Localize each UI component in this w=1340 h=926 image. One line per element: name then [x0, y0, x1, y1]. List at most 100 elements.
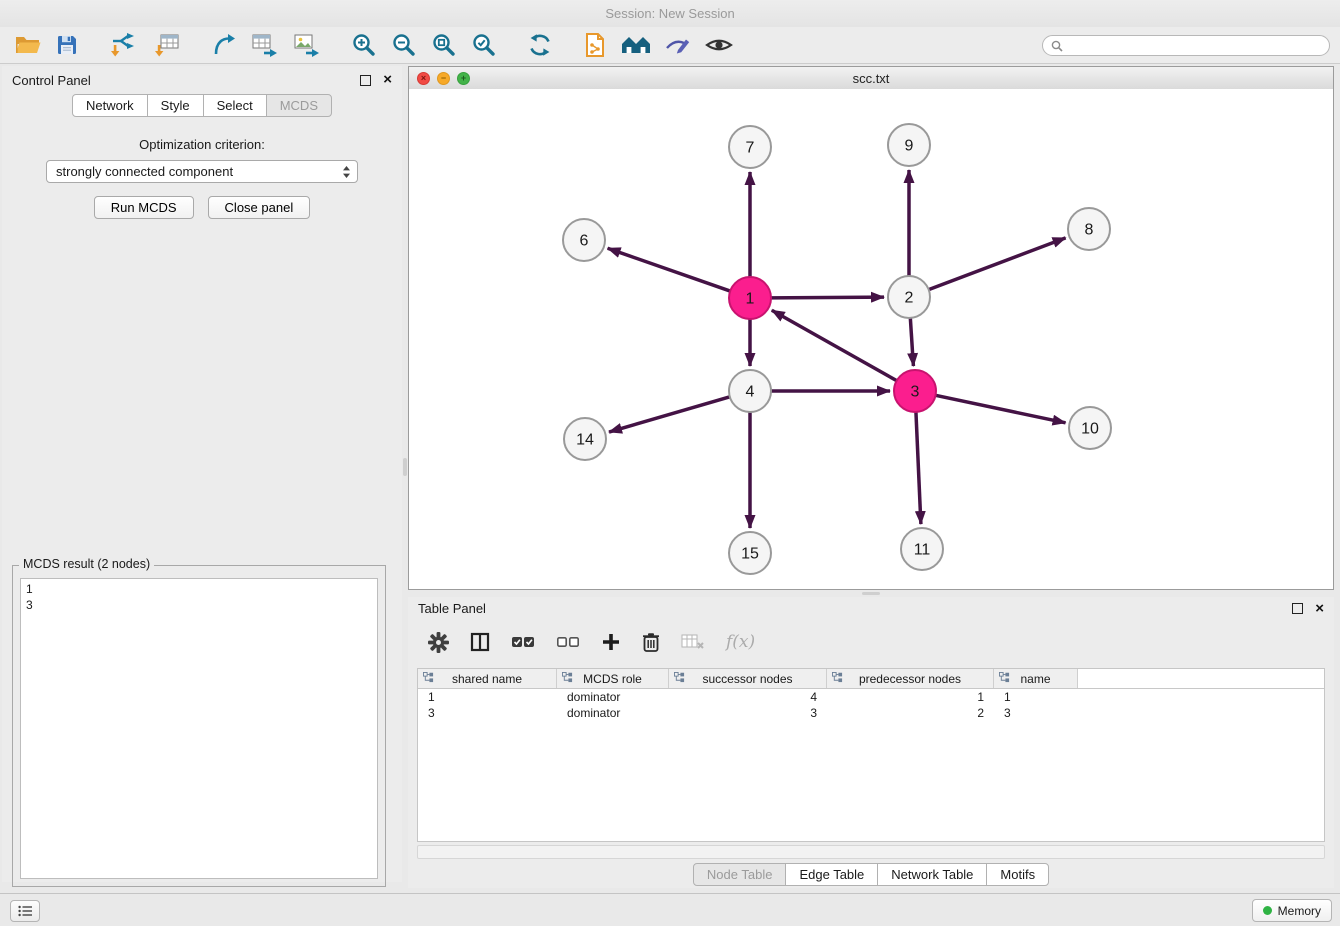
table-cell[interactable]: 4: [669, 689, 827, 705]
export-table-button[interactable]: [247, 30, 283, 60]
float-panel-icon[interactable]: [360, 75, 371, 86]
refresh-button[interactable]: [523, 30, 557, 60]
eye-button[interactable]: [701, 32, 737, 58]
open-folder-icon: [14, 33, 41, 57]
save-session-button[interactable]: [51, 31, 83, 59]
table-cell[interactable]: 1: [418, 689, 557, 705]
houses-button[interactable]: [617, 31, 655, 59]
graph-node-label: 6: [580, 233, 589, 250]
status-bar: Memory: [0, 893, 1340, 926]
window-title: Session: New Session: [605, 6, 734, 21]
graph-node-label: 14: [576, 432, 594, 449]
column-header-mcds-role[interactable]: MCDS role: [557, 669, 669, 688]
graph-edge-3-10[interactable]: [936, 395, 1066, 422]
table-horizontal-scrollbar[interactable]: [417, 845, 1325, 859]
zoom-in-button[interactable]: [347, 30, 381, 60]
task-history-button[interactable]: [10, 900, 40, 922]
delete-column-button[interactable]: [640, 630, 662, 655]
tab-style[interactable]: Style: [147, 94, 204, 117]
deselect-all-button[interactable]: [554, 633, 582, 651]
open-session-button[interactable]: [10, 31, 45, 59]
table-cell[interactable]: dominator: [557, 705, 669, 721]
graph-edge-4-14[interactable]: [609, 397, 730, 432]
checked-boxes-icon: [511, 635, 535, 649]
zoom-selected-icon: [471, 32, 497, 58]
run-mcds-button[interactable]: Run MCDS: [94, 196, 194, 219]
graph-edge-2-3[interactable]: [910, 318, 913, 366]
function-builder-button[interactable]: f(x): [724, 630, 757, 654]
horizontal-splitter[interactable]: [408, 590, 1334, 597]
import-table-icon: [153, 32, 181, 58]
graph-edge-1-2[interactable]: [771, 297, 884, 298]
search-box[interactable]: [1042, 35, 1330, 56]
select-all-button[interactable]: [509, 633, 537, 651]
delete-table-button[interactable]: [679, 631, 707, 653]
unchecked-boxes-icon: [556, 635, 580, 649]
network-canvas-svg[interactable]: 7968124310141511: [409, 89, 1333, 589]
eye-pencil-button[interactable]: [661, 31, 695, 59]
add-column-button[interactable]: [599, 630, 623, 654]
search-input[interactable]: [1068, 38, 1321, 54]
graph-node-label: 7: [746, 140, 755, 157]
column-header-predecessor-nodes[interactable]: predecessor nodes: [827, 669, 994, 688]
table-cell[interactable]: 3: [994, 705, 1078, 721]
tab-network[interactable]: Network: [72, 94, 148, 117]
mcds-result-item[interactable]: 1: [21, 581, 377, 597]
tab-network-table[interactable]: Network Table: [877, 863, 987, 886]
select-stepper-icon: [342, 165, 351, 179]
tab-motifs[interactable]: Motifs: [986, 863, 1049, 886]
network-window-titlebar[interactable]: scc.txt × − +: [409, 67, 1333, 90]
table-panel: Table Panel ×: [408, 597, 1334, 888]
export-network-button[interactable]: [207, 30, 241, 60]
export-image-button[interactable]: [289, 30, 325, 60]
zoom-in-icon: [351, 32, 377, 58]
column-header-label: name: [1020, 672, 1050, 686]
graph-node-label: 3: [911, 384, 920, 401]
table-cell[interactable]: dominator: [557, 689, 669, 705]
table-cell[interactable]: 3: [669, 705, 827, 721]
show-columns-button[interactable]: [468, 630, 492, 654]
table-row[interactable]: 1dominator411: [418, 689, 1324, 705]
table-row[interactable]: 3dominator323: [418, 705, 1324, 721]
tab-select[interactable]: Select: [203, 94, 267, 117]
import-table-button[interactable]: [149, 30, 185, 60]
table-cell[interactable]: 1: [827, 689, 994, 705]
mcds-result-list[interactable]: 13: [20, 578, 378, 879]
optimization-criterion-select[interactable]: strongly connected component: [46, 160, 358, 183]
zoom-out-button[interactable]: [387, 30, 421, 60]
optimization-criterion-value: strongly connected component: [56, 164, 342, 179]
control-panel-title: Control Panel: [12, 73, 360, 88]
column-header-successor-nodes[interactable]: successor nodes: [669, 669, 827, 688]
memory-button[interactable]: Memory: [1252, 899, 1332, 922]
import-network-button[interactable]: [105, 30, 143, 60]
zoom-fit-button[interactable]: [427, 30, 461, 60]
column-header-label: MCDS role: [583, 672, 642, 686]
zoom-selected-button[interactable]: [467, 30, 501, 60]
tab-node-table[interactable]: Node Table: [693, 863, 787, 886]
column-header-name[interactable]: name: [994, 669, 1078, 688]
network-canvas[interactable]: 7968124310141511: [409, 89, 1333, 589]
document-network-button[interactable]: [579, 30, 611, 60]
close-panel-icon[interactable]: ×: [383, 74, 392, 86]
network-window-title: scc.txt: [409, 71, 1333, 86]
column-header-shared-name[interactable]: shared name: [418, 669, 557, 688]
tab-mcds[interactable]: MCDS: [266, 94, 332, 117]
close-table-panel-icon[interactable]: ×: [1315, 603, 1324, 615]
control-panel: Control Panel × NetworkStyleSelectMCDS O…: [2, 66, 402, 882]
document-network-icon: [583, 32, 607, 58]
settings-gear-button[interactable]: [426, 630, 451, 655]
graph-edge-2-8[interactable]: [929, 238, 1066, 290]
mcds-result-item[interactable]: 3: [21, 597, 377, 613]
main-toolbar: [0, 27, 1340, 64]
close-panel-action-button[interactable]: Close panel: [208, 196, 311, 219]
table-cell[interactable]: 2: [827, 705, 994, 721]
table-cell[interactable]: 1: [994, 689, 1078, 705]
column-header-label: shared name: [452, 672, 522, 686]
graph-edge-1-6[interactable]: [608, 248, 731, 291]
table-cell[interactable]: 3: [418, 705, 557, 721]
graph-node-label: 10: [1081, 421, 1099, 438]
graph-edge-3-1[interactable]: [772, 310, 897, 380]
tab-edge-table[interactable]: Edge Table: [785, 863, 878, 886]
float-table-panel-icon[interactable]: [1292, 603, 1303, 614]
graph-edge-3-11[interactable]: [916, 412, 921, 524]
